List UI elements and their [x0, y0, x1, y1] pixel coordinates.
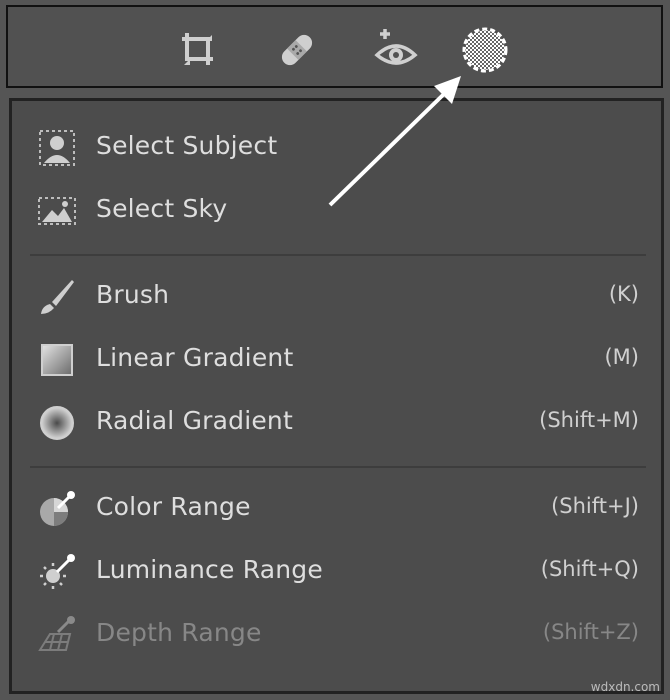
- menu-divider: [30, 254, 646, 256]
- menu-item-label: Depth Range: [96, 618, 262, 647]
- menu-item-depth-range[interactable]: Depth Range (Shift+Z): [12, 608, 661, 662]
- menu-item-linear-gradient[interactable]: Linear Gradient (M): [12, 333, 661, 387]
- menu-item-label: Brush: [96, 280, 170, 309]
- menu-item-shortcut: (Shift+Z): [542, 620, 639, 644]
- red-eye-tool-button[interactable]: [371, 25, 421, 75]
- depth-range-icon: [36, 614, 78, 656]
- watermark: wdxdn.com: [590, 680, 660, 694]
- color-range-icon: [36, 488, 78, 530]
- select-sky-icon: [36, 190, 78, 232]
- red-eye-icon: [374, 29, 418, 65]
- menu-divider: [30, 466, 646, 468]
- healing-tool-button[interactable]: [272, 25, 322, 75]
- masking-menu: Select Subject Select Sky Brush (K) Line…: [9, 98, 664, 694]
- menu-item-select-subject[interactable]: Select Subject: [12, 121, 661, 175]
- select-subject-icon: [36, 127, 78, 169]
- menu-item-color-range[interactable]: Color Range (Shift+J): [12, 482, 661, 536]
- menu-item-label: Color Range: [96, 492, 251, 521]
- menu-item-label: Luminance Range: [96, 555, 323, 584]
- menu-item-luminance-range[interactable]: Luminance Range (Shift+Q): [12, 545, 661, 599]
- masking-tool-button[interactable]: [460, 25, 510, 75]
- menu-item-shortcut: (Shift+Q): [540, 557, 639, 581]
- menu-item-label: Linear Gradient: [96, 343, 294, 372]
- linear-gradient-icon: [36, 339, 78, 381]
- tool-strip: [6, 5, 663, 88]
- crop-icon: [182, 33, 213, 65]
- menu-item-label: Select Subject: [96, 131, 278, 160]
- menu-item-select-sky[interactable]: Select Sky: [12, 184, 661, 238]
- brush-icon: [36, 276, 78, 318]
- menu-item-label: Radial Gradient: [96, 406, 293, 435]
- menu-item-shortcut: (K): [608, 282, 639, 306]
- crop-tool-button[interactable]: [174, 25, 224, 75]
- radial-gradient-icon: [36, 402, 78, 444]
- menu-item-radial-gradient[interactable]: Radial Gradient (Shift+M): [12, 396, 661, 450]
- luminance-range-icon: [36, 551, 78, 593]
- masking-icon: [462, 27, 508, 73]
- healing-bandage-icon: [281, 34, 313, 66]
- menu-item-shortcut: (Shift+J): [551, 494, 639, 518]
- menu-item-label: Select Sky: [96, 194, 228, 223]
- menu-item-shortcut: (M): [604, 345, 639, 369]
- menu-item-shortcut: (Shift+M): [539, 408, 639, 432]
- menu-item-brush[interactable]: Brush (K): [12, 270, 661, 324]
